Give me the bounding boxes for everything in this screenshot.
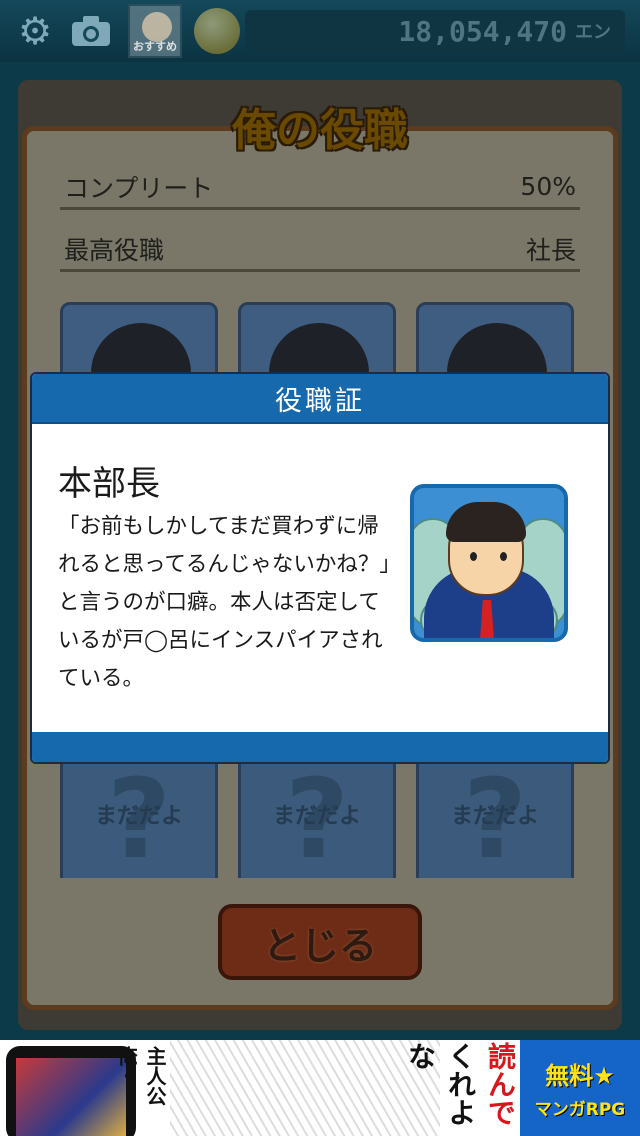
close-button[interactable]: とじる [218, 904, 422, 980]
locked-label: まだだよ [94, 804, 183, 829]
complete-row: コンプリート 50% [60, 166, 580, 210]
gear-icon[interactable]: ⚙ [12, 8, 58, 54]
highest-role-row: 最高役職 社長 [60, 228, 580, 272]
top-bar: ⚙ おすすめ 18,054,470 エン [0, 0, 640, 62]
role-name: 本部長 [58, 464, 160, 504]
ad-promo[interactable]: 無料★ マンガRPG [520, 1040, 640, 1136]
complete-value: 50% [520, 172, 576, 201]
role-certificate-dialog: 役職証 本部長 「お前もしかしてまだ買わずに帰れると思ってるんじゃないかね？」と… [30, 372, 610, 764]
highest-role-label: 最高役職 [64, 235, 165, 265]
locked-role-card[interactable]: ? まだだよ [238, 760, 396, 878]
money-unit: エン [575, 22, 611, 43]
locked-label: まだだよ [450, 804, 539, 829]
highest-role-value: 社長 [525, 235, 576, 265]
ad-promo-line2: マンガRPG [534, 1100, 626, 1120]
ad-read-text: 読んで くれよな [404, 1042, 520, 1136]
role-portrait [410, 484, 568, 642]
money-display: 18,054,470 エン [245, 10, 625, 52]
recommend-label: おすすめ [133, 40, 177, 53]
ad-read-red: 読んで [484, 1042, 517, 1126]
locked-label: まだだよ [272, 804, 361, 829]
money-value: 18,054,470 [398, 14, 567, 48]
panel-title: 俺の役職 [232, 105, 408, 156]
locked-role-card[interactable]: ? まだだよ [416, 760, 574, 878]
complete-label: コンプリート [64, 173, 214, 203]
coin-stack-icon [194, 8, 240, 54]
dialog-title: 役職証 [32, 374, 608, 424]
character-hair [446, 502, 526, 542]
camera-icon[interactable] [68, 8, 114, 54]
dialog-footer [32, 732, 608, 762]
recommend-button[interactable]: おすすめ [128, 4, 182, 58]
ad-vertical-text: 主人公俺・ [114, 1046, 167, 1106]
locked-role-card[interactable]: ? まだだよ [60, 760, 218, 878]
ad-promo-line1: 無料★ [545, 1062, 615, 1090]
ad-banner[interactable]: 主人公俺・ 読んで くれよな 無料★ マンガRPG [0, 1040, 640, 1136]
role-description: 「お前もしかしてまだ買わずに帰れると思ってるんじゃないかね？」と言うのが口癖。本… [58, 514, 391, 691]
